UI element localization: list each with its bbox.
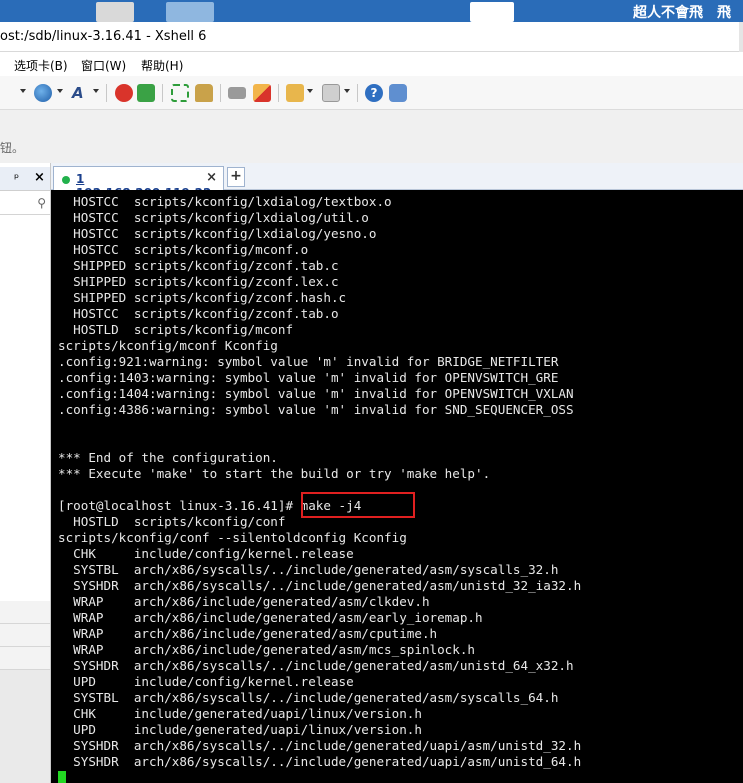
toolbar: A ?: [0, 76, 743, 110]
property-row: [0, 647, 50, 670]
desktop-app-icon[interactable]: [96, 2, 134, 22]
xftp-icon[interactable]: [115, 84, 133, 102]
menu-window[interactable]: 窗口(W): [81, 57, 126, 74]
dropdown-icon[interactable]: [93, 89, 99, 93]
command-highlight-box: [301, 492, 415, 518]
menu-bar: 选项卡(B) 窗口(W) 帮助(H): [0, 52, 743, 76]
new-folder-icon[interactable]: [286, 84, 304, 102]
menu-help[interactable]: 帮助(H): [141, 57, 183, 74]
keyboard-icon[interactable]: [228, 87, 246, 99]
terminal-line: scripts/kconfig/mconf Kconfig: [58, 338, 278, 353]
sessions-panel-header: ᵖ ×: [0, 167, 50, 191]
hint-bar: 钮。: [0, 111, 743, 163]
xmanager-icon[interactable]: [137, 84, 155, 102]
toolbar-separator: [106, 84, 107, 102]
menu-tabs[interactable]: 选项卡(B): [14, 57, 68, 74]
terminal-line: HOSTCC scripts/kconfig/lxdialog/yesno.o: [58, 226, 377, 241]
terminal-line: HOSTCC scripts/kconfig/lxdialog/util.o: [58, 210, 369, 225]
toolbar-separator: [162, 84, 163, 102]
terminal-line: UPD include/generated/uapi/linux/version…: [58, 722, 422, 737]
terminal-cursor: [58, 771, 66, 783]
window-title: ost:/sdb/linux-3.16.41 - Xshell 6: [0, 29, 207, 44]
help-icon[interactable]: ?: [365, 84, 383, 102]
toolbar-separator: [357, 84, 358, 102]
search-icon[interactable]: ⚲: [37, 196, 46, 210]
desktop-app-icon[interactable]: [166, 2, 214, 22]
word-icon[interactable]: [470, 2, 514, 22]
layout-icon[interactable]: [322, 84, 340, 102]
terminal-line: SHIPPED scripts/kconfig/zconf.tab.c: [58, 258, 339, 273]
dropdown-icon[interactable]: [20, 89, 26, 93]
tab-session-1[interactable]: 1 192.168.200.119:22 ×: [53, 166, 224, 200]
dropdown-icon[interactable]: [344, 89, 350, 93]
dropdown-icon[interactable]: [307, 89, 313, 93]
tab-close-icon[interactable]: ×: [206, 170, 217, 185]
globe-icon[interactable]: [34, 84, 52, 102]
terminal-line: UPD include/config/kernel.release: [58, 674, 354, 689]
terminal-line: HOSTCC scripts/kconfig/zconf.tab.o: [58, 306, 339, 321]
window-edge: [739, 22, 743, 52]
terminal-line: .config:1404:warning: symbol value 'm' i…: [58, 386, 574, 401]
terminal-line: SHIPPED scripts/kconfig/zconf.lex.c: [58, 274, 339, 289]
connected-status-icon: [62, 176, 70, 184]
toolbar-separator: [278, 84, 279, 102]
add-tab-button[interactable]: +: [227, 167, 245, 187]
sessions-properties-area: [0, 601, 50, 783]
terminal-line: SYSHDR arch/x86/syscalls/../include/gene…: [58, 754, 582, 769]
terminal-line: SYSTBL arch/x86/syscalls/../include/gene…: [58, 690, 559, 705]
terminal-line: .config:4386:warning: symbol value 'm' i…: [58, 402, 574, 417]
chat-icon[interactable]: [389, 84, 407, 102]
terminal[interactable]: HOSTCC scripts/kconfig/lxdialog/textbox.…: [51, 190, 743, 783]
terminal-line: SYSHDR arch/x86/syscalls/../include/gene…: [58, 738, 582, 753]
dropdown-icon[interactable]: [57, 89, 63, 93]
sessions-panel: ᵖ × ⚲: [0, 163, 51, 783]
terminal-line: WRAP arch/x86/include/generated/asm/earl…: [58, 610, 483, 625]
window-title-bar: ost:/sdb/linux-3.16.41 - Xshell 6: [0, 22, 743, 52]
session-tab-bar: 1 192.168.200.119:22 × +: [51, 163, 743, 200]
terminal-line: .config:1403:warning: symbol value 'm' i…: [58, 370, 559, 385]
terminal-line: WRAP arch/x86/include/generated/asm/mcs_…: [58, 642, 476, 657]
font-icon[interactable]: A: [72, 84, 90, 102]
terminal-line: *** Execute 'make' to start the build or…: [58, 466, 491, 481]
fullscreen-icon[interactable]: [171, 84, 189, 102]
terminal-line: HOSTCC scripts/kconfig/lxdialog/textbox.…: [58, 194, 392, 209]
property-row: [0, 624, 50, 647]
os-strip-text: 超人不會飛 飛: [633, 5, 731, 21]
terminal-line: scripts/kconfig/conf --silentoldconfig K…: [58, 530, 407, 545]
terminal-line: SHIPPED scripts/kconfig/zconf.hash.c: [58, 290, 347, 305]
terminal-line: SYSHDR arch/x86/syscalls/../include/gene…: [58, 658, 574, 673]
sessions-search-input[interactable]: ⚲: [0, 193, 50, 215]
toolbar-separator: [220, 84, 221, 102]
terminal-line: CHK include/config/kernel.release: [58, 546, 354, 561]
close-icon[interactable]: ×: [34, 170, 45, 185]
property-row: [0, 601, 50, 624]
lock-icon[interactable]: [195, 84, 213, 102]
os-top-strip: 超人不會飛 飛: [0, 0, 743, 22]
terminal-line: HOSTCC scripts/kconfig/mconf.o: [58, 242, 309, 257]
script-icon[interactable]: [253, 84, 271, 102]
terminal-line: SYSTBL arch/x86/syscalls/../include/gene…: [58, 562, 559, 577]
terminal-line: WRAP arch/x86/include/generated/asm/clkd…: [58, 594, 430, 609]
terminal-line: SYSHDR arch/x86/syscalls/../include/gene…: [58, 578, 582, 593]
terminal-line: *** End of the configuration.: [58, 450, 278, 465]
terminal-line: HOSTLD scripts/kconfig/mconf: [58, 322, 294, 337]
terminal-line: WRAP arch/x86/include/generated/asm/cput…: [58, 626, 438, 641]
hint-text: 钮。: [0, 141, 25, 155]
terminal-line: CHK include/generated/uapi/linux/version…: [58, 706, 422, 721]
terminal-output: HOSTCC scripts/kconfig/lxdialog/textbox.…: [58, 194, 581, 770]
pin-icon[interactable]: ᵖ: [14, 171, 19, 185]
terminal-line: .config:921:warning: symbol value 'm' in…: [58, 354, 559, 369]
